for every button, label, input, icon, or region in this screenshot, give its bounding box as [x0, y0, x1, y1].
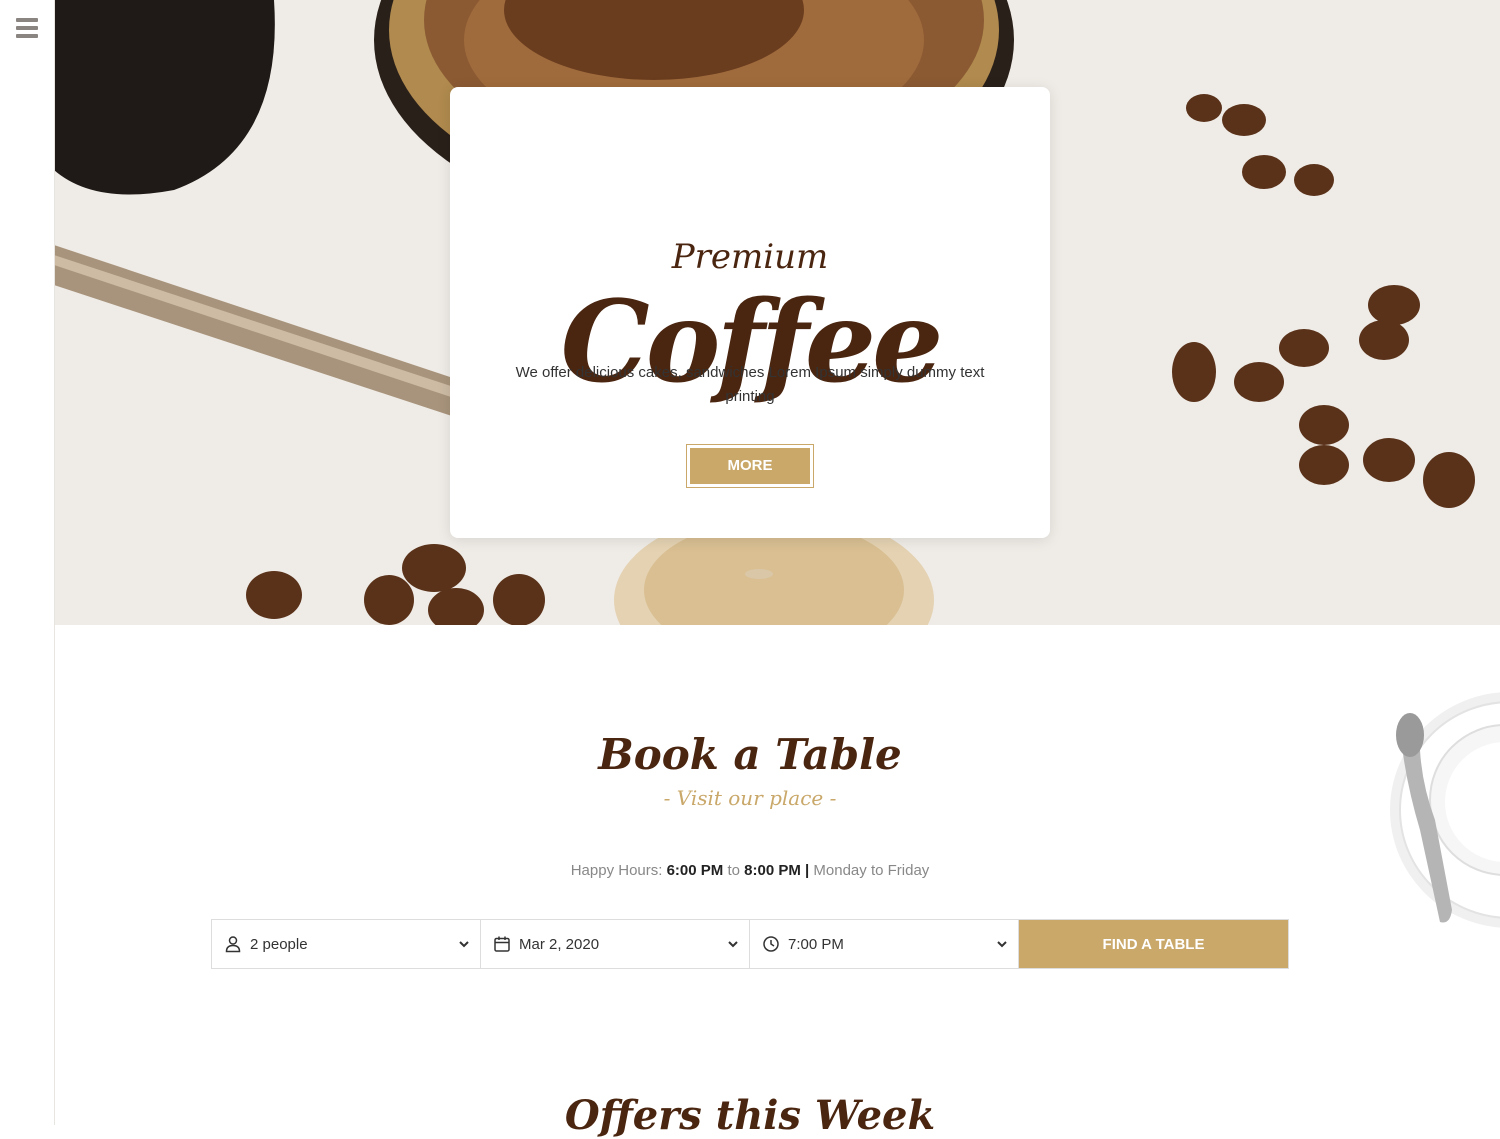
- chevron-down-icon: [997, 941, 1007, 948]
- chevron-down-icon: [728, 941, 738, 948]
- date-select[interactable]: Mar 2, 2020: [481, 920, 750, 968]
- hero-banner: Premium Coffee We offer delicious cakes,…: [54, 0, 1500, 625]
- people-select[interactable]: 2 people: [212, 920, 481, 968]
- happy-hours: Happy Hours: 6:00 PM to 8:00 PM | Monday…: [54, 862, 1446, 879]
- more-button[interactable]: MORE: [686, 444, 814, 488]
- hours-separator: |: [805, 862, 810, 879]
- hours-end: 8:00 PM: [744, 862, 801, 879]
- hours-label: Happy Hours:: [570, 862, 663, 879]
- hero-description: We offer delicious cakes, sandwiches Lor…: [515, 364, 985, 405]
- find-table-button[interactable]: FIND A TABLE: [1019, 920, 1288, 968]
- clock-icon: [763, 936, 779, 952]
- hours-days: Monday to Friday: [813, 862, 930, 879]
- coffee-cup-decoration: [1390, 692, 1500, 928]
- time-value: 7:00 PM: [788, 935, 844, 953]
- hours-start: 6:00 PM: [666, 862, 724, 879]
- hero-subtitle: Premium: [671, 237, 829, 277]
- more-button-label: MORE: [690, 448, 810, 484]
- hero-card: Premium Coffee We offer delicious cakes,…: [450, 87, 1050, 538]
- book-table-title: Book a Table: [598, 730, 902, 779]
- book-table-subtitle: - Visit our place -: [663, 786, 837, 810]
- calendar-icon: [494, 936, 510, 952]
- booking-form: 2 people Mar 2, 2020 7:00 PM FIND A TABL…: [211, 919, 1289, 969]
- hours-to: to: [727, 862, 740, 879]
- chevron-down-icon: [459, 941, 469, 948]
- people-value: 2 people: [250, 935, 308, 953]
- person-icon: [225, 936, 241, 953]
- date-value: Mar 2, 2020: [519, 935, 600, 953]
- sidebar: [0, 0, 55, 1125]
- time-select[interactable]: 7:00 PM: [750, 920, 1019, 968]
- hamburger-icon[interactable]: [16, 18, 38, 38]
- offers-title: Offers this Week: [564, 1092, 936, 1139]
